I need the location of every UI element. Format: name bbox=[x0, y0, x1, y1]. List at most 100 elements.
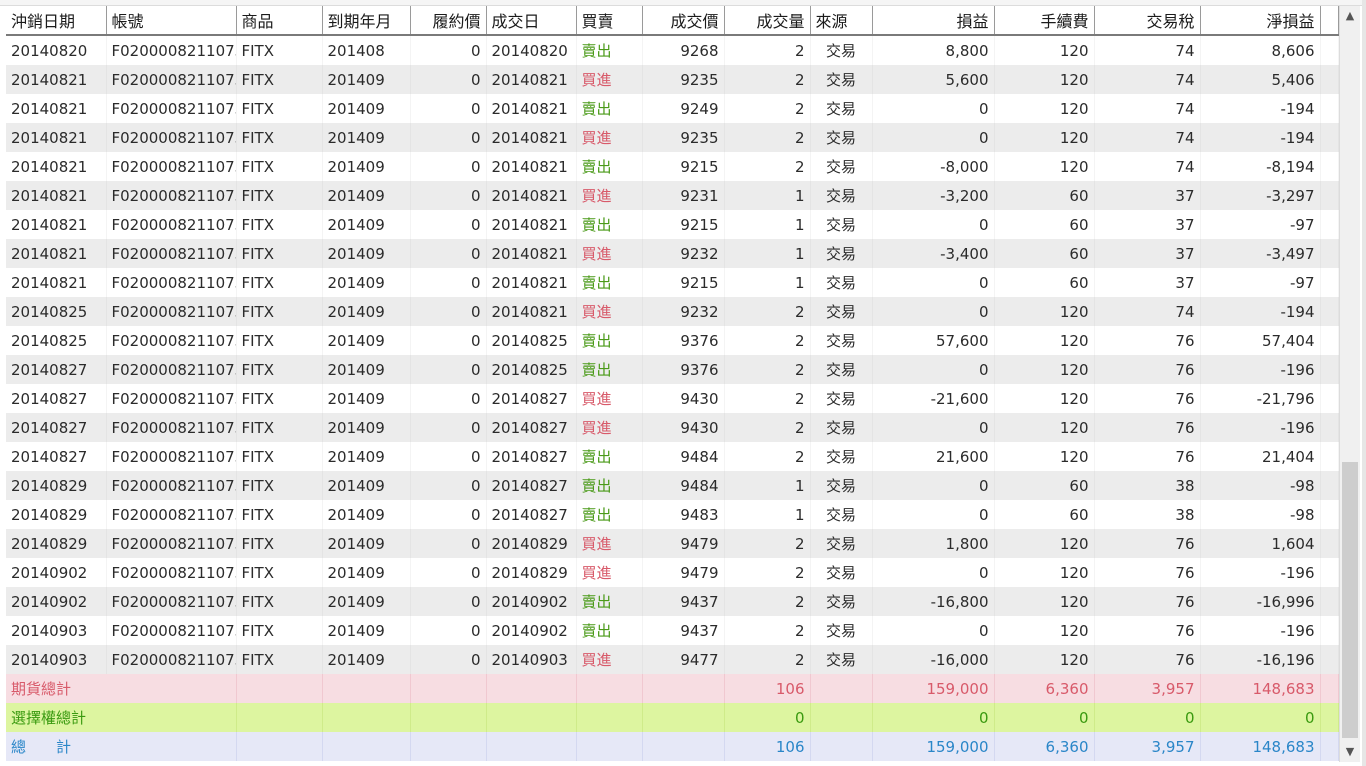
table-row[interactable]: 20140821 F0200008211073 FITX 201409 0 2014082… bbox=[6, 210, 1339, 239]
col-header-pnl[interactable]: 損益 bbox=[872, 6, 995, 36]
cell-close-date: 20140903 bbox=[6, 645, 107, 674]
grid-body: 20140820 F0200008211073 FITX 201408 0 2014082… bbox=[6, 35, 1339, 674]
col-header-fee[interactable]: 手續費 bbox=[994, 6, 1095, 36]
scroll-up-arrow-icon[interactable]: ▲ bbox=[1340, 6, 1360, 26]
cell-strike: 0 bbox=[410, 65, 487, 94]
col-header-trade-date[interactable]: 成交日 bbox=[486, 6, 577, 36]
summary-row-futures[interactable]: 期貨總計 106 159,000 6,360 3,957 148,683 bbox=[6, 674, 1339, 703]
row-filler bbox=[1320, 587, 1339, 616]
cell-net-pnl: -194 bbox=[1200, 123, 1321, 152]
cell-account: F0200008211073 bbox=[106, 616, 237, 645]
summary-options-pnl: 0 bbox=[872, 703, 995, 732]
table-row[interactable]: 20140821 F0200008211073 FITX 201409 0 2014082… bbox=[6, 65, 1339, 94]
cell-tax: 74 bbox=[1094, 123, 1201, 152]
cell-fee: 60 bbox=[994, 210, 1095, 239]
table-row[interactable]: 20140820 F0200008211073 FITX 201408 0 2014082… bbox=[6, 35, 1339, 65]
table-row[interactable]: 20140825 F0200008211073 FITX 201409 0 2014082… bbox=[6, 326, 1339, 355]
cell-account: F0200008211073 bbox=[106, 326, 237, 355]
cell-volume: 1 bbox=[724, 181, 811, 210]
table-row[interactable]: 20140825 F0200008211073 FITX 201409 0 2014082… bbox=[6, 297, 1339, 326]
cell-close-date: 20140821 bbox=[6, 152, 107, 181]
cell-volume: 2 bbox=[724, 65, 811, 94]
table-row[interactable]: 20140827 F0200008211073 FITX 201409 0 2014082… bbox=[6, 384, 1339, 413]
row-filler bbox=[1320, 645, 1339, 674]
cell-side: 買進 bbox=[576, 413, 643, 442]
cell-price: 9437 bbox=[642, 616, 725, 645]
col-header-side[interactable]: 買賣 bbox=[576, 6, 643, 36]
table-row[interactable]: 20140821 F0200008211073 FITX 201409 0 2014082… bbox=[6, 123, 1339, 152]
table-row[interactable]: 20140902 F0200008211073 FITX 201409 0 2014082… bbox=[6, 558, 1339, 587]
summary-futures-volume: 106 bbox=[724, 674, 811, 703]
cell-price: 9232 bbox=[642, 297, 725, 326]
cell-tax: 37 bbox=[1094, 181, 1201, 210]
cell-account: F0200008211073 bbox=[106, 529, 237, 558]
row-filler bbox=[1320, 239, 1339, 268]
cell-tax: 74 bbox=[1094, 65, 1201, 94]
cell-close-date: 20140827 bbox=[6, 413, 107, 442]
cell-trade-date: 20140821 bbox=[486, 123, 577, 152]
table-row[interactable]: 20140827 F0200008211073 FITX 201409 0 2014082… bbox=[6, 413, 1339, 442]
cell-expiry: 201409 bbox=[322, 152, 411, 181]
cell-source: 交易 bbox=[810, 442, 873, 471]
cell-expiry: 201409 bbox=[322, 94, 411, 123]
table-row[interactable]: 20140827 F0200008211073 FITX 201409 0 2014082… bbox=[6, 442, 1339, 471]
table-row[interactable]: 20140829 F0200008211073 FITX 201409 0 2014082… bbox=[6, 471, 1339, 500]
summary-row-total[interactable]: 總 計 106 159,000 6,360 3,957 148,683 bbox=[6, 732, 1339, 761]
table-row[interactable]: 20140821 F0200008211073 FITX 201409 0 2014082… bbox=[6, 152, 1339, 181]
cell-expiry: 201409 bbox=[322, 123, 411, 152]
table-row[interactable]: 20140821 F0200008211073 FITX 201409 0 2014082… bbox=[6, 268, 1339, 297]
table-row[interactable]: 20140821 F0200008211073 FITX 201409 0 2014082… bbox=[6, 239, 1339, 268]
cell-account: F0200008211073 bbox=[106, 123, 237, 152]
cell-strike: 0 bbox=[410, 94, 487, 123]
cell-side: 賣出 bbox=[576, 471, 643, 500]
cell-volume: 2 bbox=[724, 587, 811, 616]
col-header-close-date[interactable]: 沖銷日期 bbox=[6, 6, 107, 36]
col-header-tax[interactable]: 交易稅 bbox=[1094, 6, 1201, 36]
cell-fee: 120 bbox=[994, 35, 1095, 65]
cell-source: 交易 bbox=[810, 35, 873, 65]
cell-fee: 120 bbox=[994, 645, 1095, 674]
cell-volume: 2 bbox=[724, 645, 811, 674]
closed-trades-grid[interactable]: 沖銷日期 帳號 商品 到期年月 履約價 成交日 買賣 成交價 成交量 來源 損益… bbox=[6, 6, 1339, 761]
cell-product: FITX bbox=[236, 645, 323, 674]
col-header-product[interactable]: 商品 bbox=[236, 6, 323, 36]
cell-trade-date: 20140821 bbox=[486, 181, 577, 210]
row-filler bbox=[1320, 297, 1339, 326]
cell-account: F0200008211073 bbox=[106, 500, 237, 529]
table-row[interactable]: 20140827 F0200008211073 FITX 201409 0 2014082… bbox=[6, 355, 1339, 384]
table-row[interactable]: 20140829 F0200008211073 FITX 201409 0 2014082… bbox=[6, 500, 1339, 529]
cell-source: 交易 bbox=[810, 558, 873, 587]
table-row[interactable]: 20140829 F0200008211073 FITX 201409 0 2014082… bbox=[6, 529, 1339, 558]
row-filler bbox=[1320, 152, 1339, 181]
cell-net-pnl: -98 bbox=[1200, 471, 1321, 500]
cell-product: FITX bbox=[236, 152, 323, 181]
summary-row-options[interactable]: 選擇權總計 0 0 0 0 0 bbox=[6, 703, 1339, 732]
cell-volume: 2 bbox=[724, 94, 811, 123]
cell-expiry: 201409 bbox=[322, 529, 411, 558]
col-header-source[interactable]: 來源 bbox=[810, 6, 873, 36]
row-filler bbox=[1320, 94, 1339, 123]
window-right-border bbox=[1362, 0, 1366, 766]
table-row[interactable]: 20140903 F0200008211073 FITX 201409 0 2014090… bbox=[6, 616, 1339, 645]
col-header-net-pnl[interactable]: 淨損益 bbox=[1200, 6, 1321, 36]
vertical-scrollbar[interactable]: ▲ ▼ bbox=[1339, 6, 1360, 762]
table-row[interactable]: 20140821 F0200008211073 FITX 201409 0 2014082… bbox=[6, 94, 1339, 123]
col-header-strike[interactable]: 履約價 bbox=[410, 6, 487, 36]
cell-net-pnl: -97 bbox=[1200, 210, 1321, 239]
cell-side: 賣出 bbox=[576, 442, 643, 471]
summary-total-fee: 6,360 bbox=[994, 732, 1095, 761]
col-header-price[interactable]: 成交價 bbox=[642, 6, 725, 36]
table-row[interactable]: 20140903 F0200008211073 FITX 201409 0 2014090… bbox=[6, 645, 1339, 674]
col-header-expiry[interactable]: 到期年月 bbox=[322, 6, 411, 36]
cell-net-pnl: 1,604 bbox=[1200, 529, 1321, 558]
col-header-volume[interactable]: 成交量 bbox=[724, 6, 811, 36]
cell-price: 9430 bbox=[642, 413, 725, 442]
table-row[interactable]: 20140821 F0200008211073 FITX 201409 0 2014082… bbox=[6, 181, 1339, 210]
cell-trade-date: 20140821 bbox=[486, 94, 577, 123]
table-row[interactable]: 20140902 F0200008211073 FITX 201409 0 2014090… bbox=[6, 587, 1339, 616]
scroll-down-arrow-icon[interactable]: ▼ bbox=[1340, 742, 1360, 762]
cell-strike: 0 bbox=[410, 355, 487, 384]
col-header-account[interactable]: 帳號 bbox=[106, 6, 237, 36]
cell-pnl: 0 bbox=[872, 616, 995, 645]
scrollbar-thumb[interactable] bbox=[1342, 462, 1358, 738]
